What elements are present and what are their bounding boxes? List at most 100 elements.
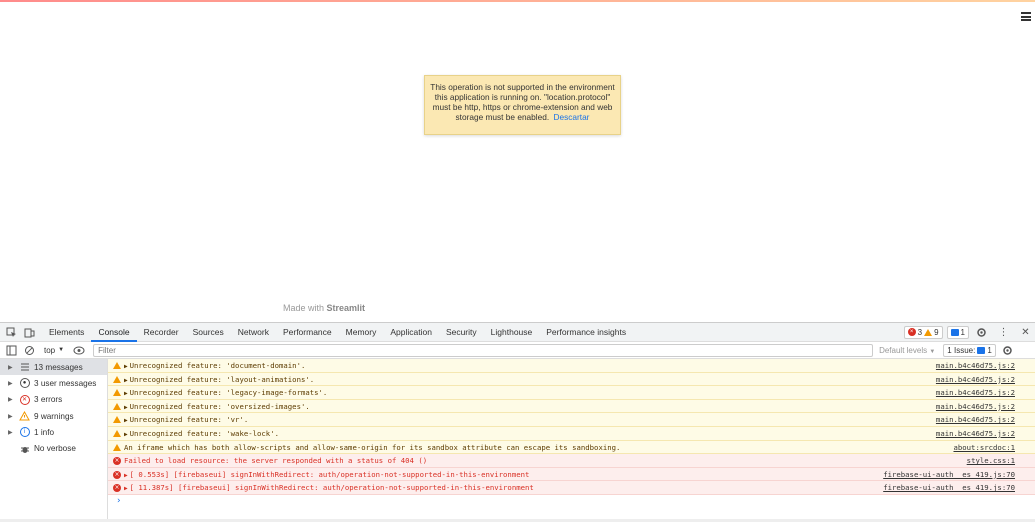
tab-performance[interactable]: Performance (276, 323, 339, 342)
expand-arrow-icon[interactable]: ▶ (124, 390, 128, 397)
chevron-down-icon: ▼ (58, 347, 65, 353)
app-root: This operation is not supported in the e… (0, 0, 1035, 522)
sidebar-item-3-errors[interactable]: ▶ ✕ 3 errors (0, 392, 107, 408)
sidebar-item-9-warnings[interactable]: ▶ 9 warnings (0, 408, 107, 424)
console-message-err[interactable]: × ▶[ 11.387s] [firebaseui] signInWithRedi… (108, 481, 1035, 495)
expand-arrow-icon: ▶ (8, 364, 13, 371)
console-settings-gear-icon[interactable] (1001, 344, 1014, 357)
tab-performance-insights[interactable]: Performance insights (539, 323, 633, 342)
source-link[interactable]: firebase-ui-auth__es_419.js:70 (883, 481, 1015, 495)
log-levels-label: Default levels (879, 345, 928, 355)
sidebar-item-13-messages[interactable]: ▶ 13 messages (0, 359, 107, 376)
source-link[interactable]: main.b4c46d75.js:2 (936, 359, 1015, 373)
devtools-tab-bar: Elements Console Recorder Sources Network Per… (0, 323, 1035, 342)
expand-arrow-icon[interactable]: ▶ (124, 485, 128, 492)
source-link[interactable]: main.b4c46d75.js:2 (936, 373, 1015, 387)
tab-application[interactable]: Application (383, 323, 439, 342)
sidebar-item-no-verbose[interactable]: No verbose (0, 440, 107, 456)
message-text: Unrecognized feature: 'layout-animations… (129, 374, 315, 384)
sidebar-item-label: 13 messages (34, 362, 83, 372)
expand-arrow-icon: ▶ (8, 380, 13, 387)
warning-icon (113, 362, 121, 369)
device-toolbar-icon[interactable] (23, 326, 36, 339)
console-prompt-input[interactable]: › (108, 495, 1035, 507)
expand-arrow-icon: ▶ (8, 397, 13, 404)
sidebar-item-1-info[interactable]: ▶ i 1 info (0, 424, 107, 440)
console-message-warn[interactable]: An iframe which has both allow-scripts a… (108, 440, 1035, 455)
sidebar-toggle-icon[interactable] (5, 344, 18, 357)
console-message-warn[interactable]: ▶ Unrecognized feature: 'vr'. main.b4c46d7… (108, 413, 1035, 427)
warning-count: 9 (934, 327, 939, 337)
sidebar-item-label: 9 warnings (34, 411, 74, 421)
issues-counter[interactable]: × 3 9 (903, 325, 943, 339)
tab-lighthouse[interactable]: Lighthouse (484, 323, 540, 342)
inspect-element-icon[interactable] (5, 326, 18, 339)
source-link[interactable]: main.b4c46d75.js:2 (936, 386, 1015, 400)
console-message-warn[interactable]: ▶ Unrecognized feature: 'wake-lock'. main.… (108, 426, 1035, 441)
console-message-warn[interactable]: ▶ Unrecognized feature: 'layout-animation… (108, 372, 1035, 387)
expand-arrow-icon[interactable]: ▶ (124, 417, 128, 424)
message-text: Unrecognized feature: 'legacy-image-form… (129, 388, 328, 398)
tab-recorder[interactable]: Recorder (137, 323, 186, 342)
warning-icon (113, 402, 121, 410)
error-icon: ✕ (19, 394, 30, 405)
issues-button[interactable]: 1 Issue: 1 (943, 343, 996, 357)
console-message-err[interactable]: × Failed to load resource: the server res… (108, 454, 1035, 468)
error-icon: × (907, 328, 916, 336)
warning-icon (113, 375, 121, 383)
issues-label: 1 Issue: (947, 345, 976, 355)
expand-arrow-icon[interactable]: ▶ (124, 431, 128, 438)
devtools-tabs: Elements Console Recorder Sources Network Per… (42, 323, 633, 342)
tab-elements[interactable]: Elements (42, 323, 91, 342)
tab-memory[interactable]: Memory (339, 323, 384, 342)
sidebar-item-3-user-messages[interactable]: ▶ ● 3 user messages (0, 375, 107, 391)
console-toolbar: top ▼ Filter Default levels ▼ 1 Issue: 1 (0, 342, 1035, 359)
tab-network[interactable]: Network (231, 323, 276, 342)
expand-arrow-icon[interactable]: ▶ (124, 377, 128, 384)
devtools-status-area: × 3 9 1 ⋮ ✕ (903, 325, 1035, 339)
log-levels-dropdown[interactable]: Default levels ▼ (879, 346, 935, 355)
source-link[interactable]: main.b4c46d75.js:2 (936, 413, 1015, 427)
expand-arrow-icon[interactable]: ▶ (124, 363, 128, 370)
message-text: Unrecognized feature: 'vr'. (129, 415, 249, 425)
console-message-warn[interactable]: ▶ Unrecognized feature: 'oversized-images… (108, 399, 1035, 414)
info-counter[interactable]: 1 (946, 325, 969, 339)
source-link[interactable]: style.css:1 (967, 454, 1015, 468)
top-decoration-line (0, 0, 1035, 2)
source-link[interactable]: firebase-ui-auth__es_419.js:70 (883, 468, 1015, 482)
warning-icon (113, 429, 121, 437)
filter-input[interactable]: Filter (93, 343, 874, 357)
error-icon: × (113, 470, 121, 479)
made-with-footer[interactable]: Made with Streamlit (283, 303, 365, 313)
source-link[interactable]: main.b4c46d75.js:2 (936, 427, 1015, 441)
dismiss-link[interactable]: Descartar (553, 112, 589, 122)
warning-icon (113, 389, 121, 397)
expand-arrow-icon: ▶ (8, 413, 13, 420)
sidebar-item-label: 1 info (34, 427, 55, 437)
tab-security[interactable]: Security (439, 323, 484, 342)
clear-console-icon[interactable] (23, 344, 36, 357)
console-message-err[interactable]: × ▶[ 0.553s] [firebaseui] signInWithRedir… (108, 467, 1035, 482)
console-message-warn[interactable]: ▶ Unrecognized feature: 'document-domain'… (108, 359, 1035, 373)
expand-arrow-icon[interactable]: ▶ (124, 404, 128, 411)
console-message-warn[interactable]: ▶ Unrecognized feature: 'legacy-image-for… (108, 386, 1035, 400)
page-viewport: This operation is not supported in the e… (0, 0, 1035, 322)
message-text: Failed to load resource: the server resp… (124, 456, 428, 466)
tab-console[interactable]: Console (91, 323, 137, 342)
info-icon: i (19, 427, 30, 438)
message-text: Unrecognized feature: 'wake-lock'. (129, 428, 279, 438)
source-link[interactable]: about:srcdoc:1 (953, 441, 1015, 455)
made-with-prefix: Made with (283, 303, 327, 313)
source-link[interactable]: main.b4c46d75.js:2 (936, 400, 1015, 414)
menu-icon[interactable] (1021, 12, 1031, 21)
eye-icon[interactable] (72, 344, 85, 357)
expand-arrow-icon[interactable]: ▶ (124, 472, 128, 479)
issue-icon (977, 346, 986, 354)
warning-icon (113, 416, 121, 424)
close-icon[interactable]: ✕ (1019, 326, 1032, 339)
context-selector[interactable]: top ▼ (44, 346, 64, 355)
error-icon: × (113, 484, 121, 493)
more-options-icon[interactable]: ⋮ (997, 326, 1010, 339)
gear-icon[interactable] (975, 326, 988, 339)
tab-sources[interactable]: Sources (186, 323, 231, 342)
